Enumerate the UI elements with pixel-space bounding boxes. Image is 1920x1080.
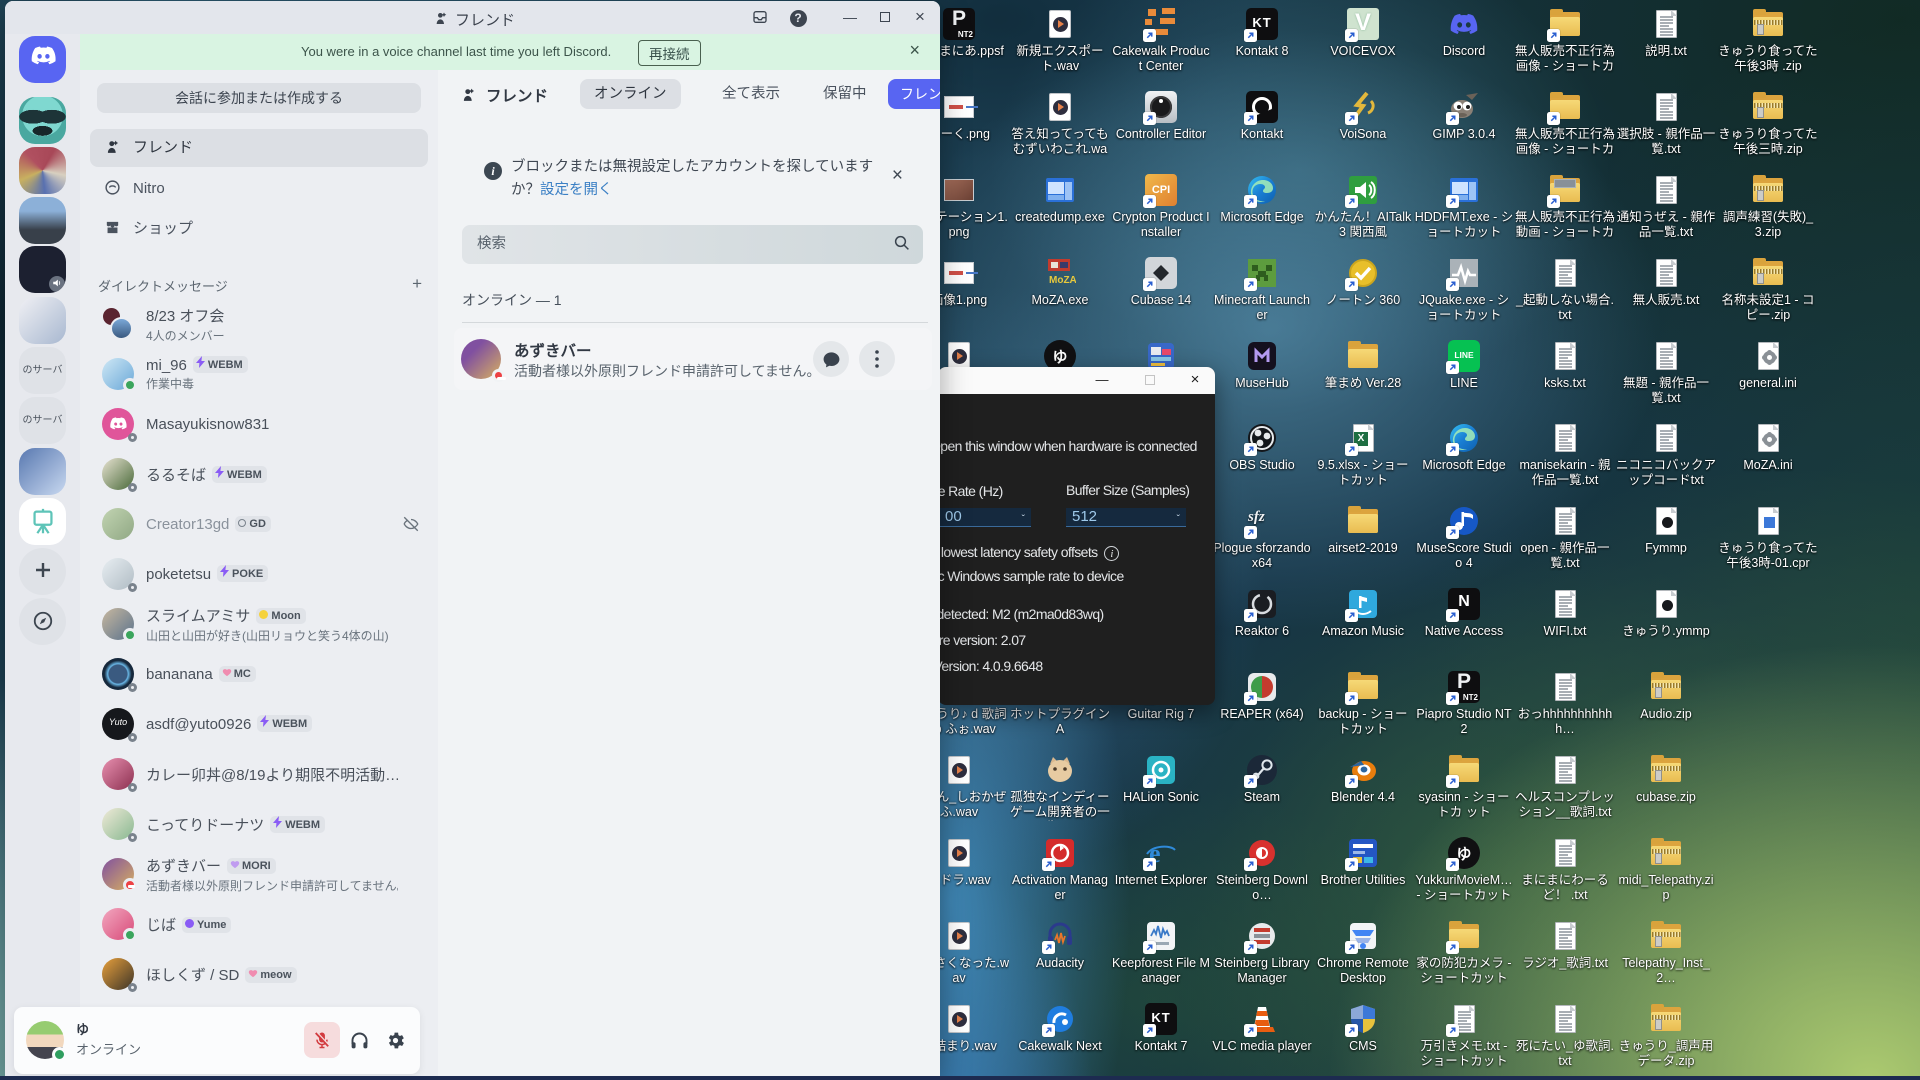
svg-text:MoZA: MoZA — [1049, 275, 1076, 286]
